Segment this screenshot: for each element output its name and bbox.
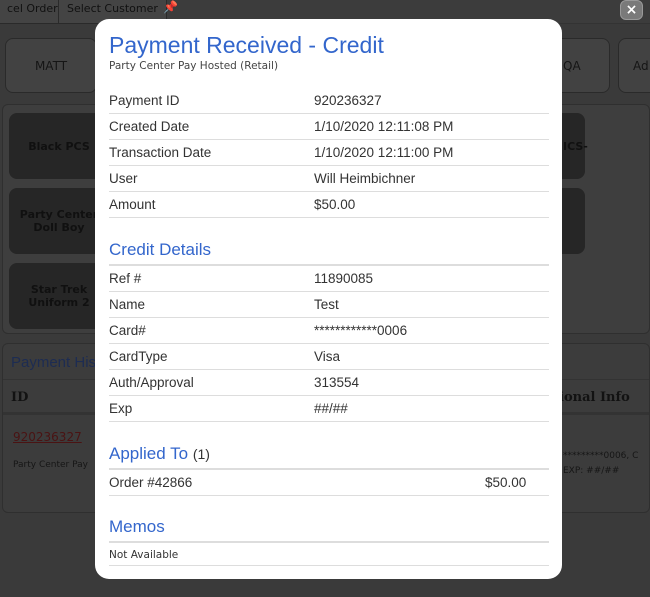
row-label: Transaction Date (109, 145, 212, 160)
row-label: CardType (109, 349, 168, 364)
product-button[interactable]: Star Trek Uniform 2 (9, 263, 109, 329)
row-value: ##/## (314, 401, 348, 416)
memos: Not Available (109, 544, 549, 566)
detail-row: User Will Heimbichner (109, 166, 549, 192)
info-line: EXP: ##/## (563, 466, 620, 476)
detail-row: Ref # 11890085 (109, 266, 549, 292)
applied-list: Order #42866 $50.00 (109, 470, 549, 496)
row-value: $50.00 (314, 197, 356, 212)
row-value: 1/10/2020 12:11:00 PM (314, 145, 454, 160)
pin-icon[interactable]: 📌 (163, 0, 178, 14)
row-label: User (109, 171, 138, 186)
row-value: 11890085 (314, 271, 374, 286)
modal-subtitle: Party Center Pay Hosted (Retail) (109, 60, 279, 72)
applied-label: Order #42866 (109, 475, 193, 490)
memos-title: Memos (109, 517, 549, 543)
payment-id-link[interactable]: 920236327 (13, 430, 82, 444)
close-button[interactable]: × (620, 0, 643, 20)
info-line: *********0006, C (563, 451, 639, 461)
credit-details: Ref # 11890085 Name Test Card# ************00… (109, 266, 549, 422)
row-label: Created Date (109, 119, 190, 134)
applied-row: Order #42866 $50.00 (109, 470, 549, 496)
product-button[interactable]: Black PCS (9, 113, 109, 179)
row-value: 313554 (314, 375, 360, 390)
user-button-matt[interactable]: MATT (5, 38, 97, 93)
payment-modal: × Payment Received - Credit Party Center… (95, 0, 643, 579)
detail-row: Transaction Date 1/10/2020 12:11:00 PM (109, 140, 549, 166)
row-label: Name (109, 297, 146, 312)
payment-history-title: Payment His (11, 354, 97, 371)
row-value: Will Heimbichner (314, 171, 416, 186)
detail-row: Exp ##/## (109, 396, 549, 422)
product-button[interactable]: Party Center Doll Boy (9, 188, 109, 254)
detail-row: Card# ************0006 (109, 318, 549, 344)
memo-text: Not Available (109, 544, 549, 566)
row-value: 920236327 (314, 93, 382, 108)
detail-row: CardType Visa (109, 344, 549, 370)
detail-row: Auth/Approval 313554 (109, 370, 549, 396)
detail-row: Amount $50.00 (109, 192, 549, 218)
user-button-ad[interactable]: Ad (618, 38, 650, 93)
row-value: Visa (314, 349, 341, 364)
applied-title-text: Applied To (109, 444, 189, 463)
credit-details-title: Credit Details (109, 240, 549, 266)
row-value: ************0006 (314, 323, 408, 338)
payment-details: Payment ID 920236327 Created Date 1/10/2020… (109, 88, 549, 218)
row-value: Test (314, 297, 339, 312)
applied-count: (1) (192, 446, 210, 462)
applied-to-title: Applied To (1) (109, 444, 549, 470)
row-label: Auth/Approval (109, 375, 194, 390)
row-label: Card# (109, 323, 146, 338)
row-value: 1/10/2020 12:11:08 PM (314, 119, 454, 134)
detail-row: Name Test (109, 292, 549, 318)
col-info: tional Info (553, 390, 630, 405)
row-label: Amount (109, 197, 156, 212)
applied-amount: $50.00 (485, 475, 527, 490)
payment-sub: Party Center Pay (13, 460, 88, 470)
detail-row: Payment ID 920236327 (109, 88, 549, 114)
cancel-order-button[interactable]: cel Order (0, 0, 67, 24)
modal-title: Payment Received - Credit (109, 32, 384, 58)
payment-info: *********0006, C EXP: ##/## (563, 449, 638, 479)
row-label: Ref # (109, 271, 142, 286)
detail-row: Created Date 1/10/2020 12:11:08 PM (109, 114, 549, 140)
row-label: Payment ID (109, 93, 180, 108)
row-label: Exp (109, 401, 133, 416)
col-id: ID (11, 390, 29, 405)
